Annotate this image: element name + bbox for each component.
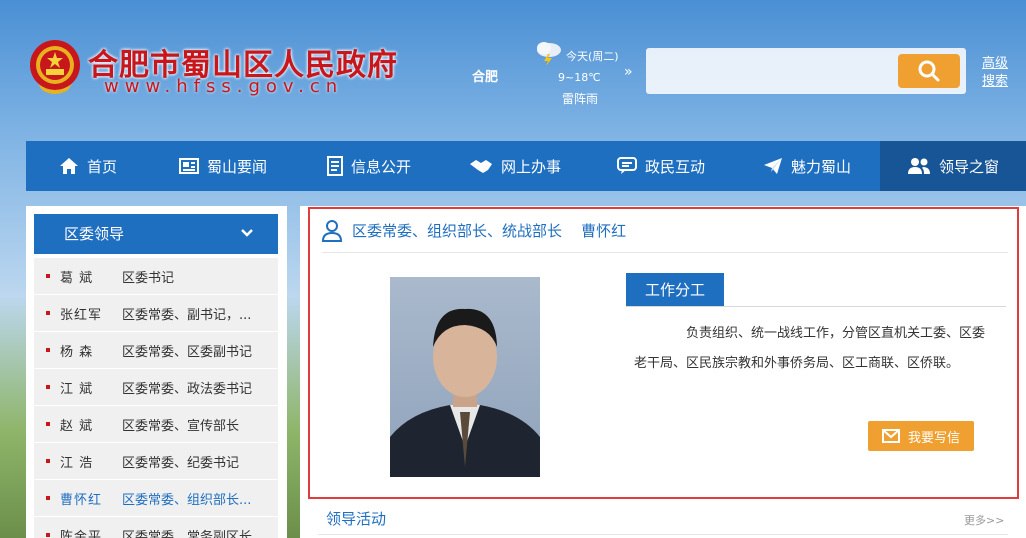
search-box: [646, 48, 966, 94]
list-item[interactable]: 赵 斌 区委常委、宣传部长: [34, 406, 278, 443]
nav-item-label: 信息公开: [350, 157, 411, 176]
nav-item-label: 蜀山要闻: [206, 157, 267, 176]
leader-title: 区委常委、区委副书记: [122, 344, 253, 360]
list-item[interactable]: 葛 斌 区委书记: [34, 258, 278, 295]
sidebar: 区委领导 葛 斌 区委书记 张红军 区委常委、副书记，... 杨 森 区委常委、区委副…: [26, 206, 287, 538]
chat-icon: [616, 157, 637, 174]
bullet-icon: [46, 348, 50, 352]
list-item[interactable]: 张红军 区委常委、副书记，...: [34, 295, 278, 332]
bullet-icon: [46, 274, 50, 278]
weather-temp: 9~18℃: [558, 71, 601, 84]
weather-day: 今天(周二): [566, 50, 619, 63]
leader-title: 区委常委、宣传部长: [122, 418, 240, 434]
nav-item-info[interactable]: 信息公开: [296, 141, 442, 191]
leader-title: 区委书记: [122, 270, 175, 286]
search-input[interactable]: [654, 56, 894, 86]
nav-item-label: 首页: [86, 157, 117, 176]
main-content: 区委常委、组织部长、统战部长 曹怀红 工作分工 负责组织、统一战线工作，分管区直…: [300, 206, 1026, 538]
thunderstorm-icon: [534, 40, 564, 66]
weather-city[interactable]: 合肥: [472, 66, 498, 85]
nav-item-leaders[interactable]: 领导之窗: [880, 141, 1026, 191]
bullet-icon: [46, 459, 50, 463]
leader-list: 葛 斌 区委书记 张红军 区委常委、副书记，... 杨 森 区委常委、区委副书记 江 …: [34, 258, 278, 538]
nav-item-news[interactable]: 蜀山要闻: [150, 141, 296, 191]
bullet-icon: [46, 422, 50, 426]
paper-plane-icon: [763, 158, 782, 174]
list-item[interactable]: 江 浩 区委常委、纪委书记: [34, 443, 278, 480]
activity-title: 领导活动: [326, 510, 387, 528]
nav-item-services[interactable]: 网上办事: [442, 141, 588, 191]
leader-name: 张红军: [60, 307, 103, 323]
users-icon: [907, 158, 930, 174]
search-icon: [918, 60, 940, 82]
list-item[interactable]: 曹怀红 区委常委、组织部长...: [34, 480, 278, 517]
advanced-search-link[interactable]: 高级搜索: [982, 55, 1012, 91]
list-item[interactable]: 陈金平 区委常委、常务副区长: [34, 517, 278, 538]
bullet-icon: [46, 533, 50, 537]
write-letter-button[interactable]: 我要写信: [868, 421, 974, 451]
search-button[interactable]: [898, 54, 960, 88]
leader-name: 葛 斌: [60, 270, 94, 286]
duty-description: 负责组织、统一战线工作，分管区直机关工委、区委老干局、区民族宗教和外事侨务局、区…: [634, 326, 986, 371]
site-header: 合肥市蜀山区人民政府 www.hfss.gov.cn 合肥 今天(周二) 9~1…: [0, 0, 1026, 140]
user-icon: [322, 219, 342, 242]
leader-profile: 区委常委、组织部长、统战部长 曹怀红 工作分工 负责组织、统一战线工作，分管区直…: [308, 207, 1019, 499]
nav-item-charm[interactable]: 魅力蜀山: [734, 141, 880, 191]
document-icon: [326, 156, 343, 176]
handshake-icon: [469, 160, 492, 173]
nav-item-label: 政民互动: [644, 157, 705, 176]
double-chevron-right-icon[interactable]: »: [624, 64, 633, 80]
newspaper-icon: [178, 158, 199, 174]
national-emblem-icon: [28, 38, 82, 96]
home-icon: [59, 158, 78, 174]
envelope-icon: [881, 429, 900, 443]
nav-item-label: 魅力蜀山: [790, 157, 851, 176]
leader-title: 区委常委、常务副区长: [122, 529, 253, 538]
site-domain: www.hfss.gov.cn: [104, 76, 344, 97]
main-nav: 首页 蜀山要闻 信息公开 网上办事 政民互动 魅力蜀山 领导之窗: [26, 141, 1026, 191]
leader-title: 区委常委、政法委书记: [122, 381, 253, 397]
duty-tab[interactable]: 工作分工: [626, 273, 724, 307]
list-item[interactable]: 江 斌 区委常委、政法委书记: [34, 369, 278, 406]
bullet-icon: [46, 311, 50, 315]
leader-name: 陈金平: [60, 529, 103, 538]
leader-title: 区委常委、纪委书记: [122, 455, 240, 471]
weather-condition: 雷阵雨: [562, 92, 599, 106]
sidebar-heading-label: 区委领导: [64, 225, 125, 243]
divider: [626, 306, 1006, 307]
sidebar-heading[interactable]: 区委领导: [34, 214, 278, 254]
write-letter-label: 我要写信: [907, 430, 960, 446]
profile-header: 区委常委、组织部长、统战部长 曹怀红: [322, 209, 1008, 253]
leader-name: 杨 森: [60, 344, 94, 360]
leader-title: 区委常委、组织部长...: [122, 492, 252, 508]
leader-title: 区委常委、副书记，...: [122, 307, 252, 323]
nav-item-interaction[interactable]: 政民互动: [588, 141, 734, 191]
list-item[interactable]: 杨 森 区委常委、区委副书记: [34, 332, 278, 369]
nav-item-label: 领导之窗: [938, 157, 999, 176]
more-link[interactable]: 更多>>: [964, 512, 1004, 528]
leader-name: 江 斌: [60, 381, 94, 397]
leader-name: 赵 斌: [60, 418, 94, 434]
nav-item-home[interactable]: 首页: [26, 141, 150, 191]
nav-item-label: 网上办事: [500, 157, 561, 176]
bullet-icon: [46, 385, 50, 389]
leader-name: 曹怀红: [60, 492, 103, 508]
leader-name: 江 浩: [60, 455, 94, 471]
profile-title: 区委常委、组织部长、统战部长 曹怀红: [352, 222, 627, 240]
bullet-icon: [46, 496, 50, 500]
divider: [318, 534, 1008, 535]
leader-photo: [390, 277, 540, 477]
